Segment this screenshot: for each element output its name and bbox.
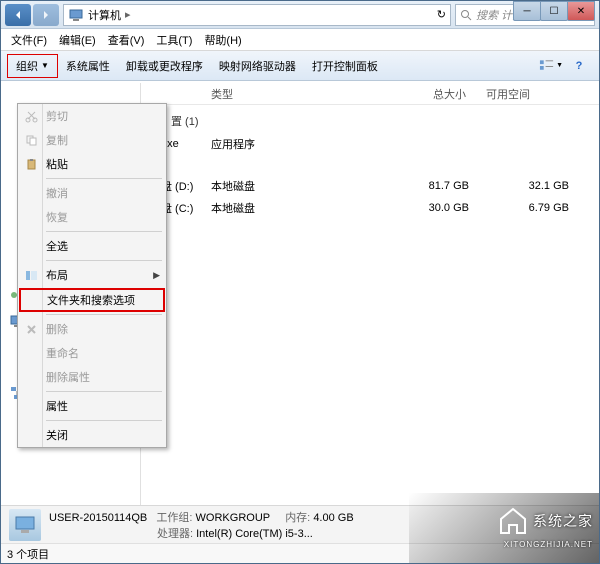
nav-forward-button[interactable] bbox=[33, 4, 59, 26]
chevron-right-icon: ▸ bbox=[125, 8, 131, 21]
paste-icon bbox=[24, 157, 38, 171]
column-headers: 类型 总大小 可用空间 bbox=[141, 83, 599, 105]
system-properties-button[interactable]: 系统属性 bbox=[58, 55, 118, 77]
list-item[interactable]: exe 应用程序 bbox=[141, 133, 599, 155]
cut-icon bbox=[24, 109, 38, 123]
control-panel-button[interactable]: 打开控制面板 bbox=[304, 55, 386, 77]
chevron-down-icon: ▼ bbox=[41, 61, 49, 70]
ctx-undo[interactable]: 撤消 bbox=[18, 181, 166, 205]
organize-context-menu: 剪切 复制 粘贴 撤消 恢复 全选 布局▶ 文件夹和搜索选项 删除 重命名 删除… bbox=[17, 103, 167, 448]
computer-icon bbox=[68, 7, 84, 23]
ctx-delete[interactable]: 删除 bbox=[18, 317, 166, 341]
view-options-icon[interactable]: ▼ bbox=[539, 56, 563, 76]
menu-bar: 文件(F) 编辑(E) 查看(V) 工具(T) 帮助(H) bbox=[1, 29, 599, 51]
list-item[interactable]: 盘 (C:) 本地磁盘 30.0 GB 6.79 GB bbox=[141, 197, 599, 219]
status-name: USER-20150114QB bbox=[49, 512, 147, 524]
ctx-remove-props[interactable]: 删除属性 bbox=[18, 365, 166, 389]
house-icon bbox=[497, 505, 529, 537]
layout-icon bbox=[24, 268, 38, 282]
col-size[interactable]: 总大小 bbox=[366, 86, 486, 102]
close-button[interactable]: ✕ bbox=[567, 1, 595, 21]
address-bar[interactable]: 计算机 ▸ ↻ bbox=[63, 4, 451, 26]
menu-tools[interactable]: 工具(T) bbox=[150, 30, 198, 50]
ctx-copy[interactable]: 复制 bbox=[18, 128, 166, 152]
nav-back-button[interactable] bbox=[5, 4, 31, 26]
ctx-cut[interactable]: 剪切 bbox=[18, 104, 166, 128]
copy-icon bbox=[24, 133, 38, 147]
organize-button[interactable]: 组织▼ bbox=[7, 54, 58, 78]
menu-file[interactable]: 文件(F) bbox=[5, 30, 53, 50]
refresh-icon[interactable]: ↻ bbox=[437, 8, 446, 21]
maximize-button[interactable]: ☐ bbox=[540, 1, 568, 21]
menu-view[interactable]: 查看(V) bbox=[102, 30, 151, 50]
col-type[interactable]: 类型 bbox=[211, 86, 366, 102]
help-icon[interactable]: ? bbox=[567, 56, 591, 76]
ctx-select-all[interactable]: 全选 bbox=[18, 234, 166, 258]
watermark: 系统之家 bbox=[497, 505, 593, 537]
computer-large-icon bbox=[9, 509, 41, 541]
ctx-rename[interactable]: 重命名 bbox=[18, 341, 166, 365]
address-text: 计算机 bbox=[88, 7, 121, 23]
ctx-paste[interactable]: 粘贴 bbox=[18, 152, 166, 176]
ctx-properties[interactable]: 属性 bbox=[18, 394, 166, 418]
menu-help[interactable]: 帮助(H) bbox=[198, 30, 247, 50]
ctx-close[interactable]: 关闭 bbox=[18, 423, 166, 447]
watermark-url: XITONGZHIJIA.NET bbox=[504, 540, 593, 549]
group-header-hdd[interactable]: 置 (1) bbox=[141, 109, 599, 133]
minimize-button[interactable]: ─ bbox=[513, 1, 541, 21]
uninstall-button[interactable]: 卸载或更改程序 bbox=[118, 55, 211, 77]
ctx-folder-options[interactable]: 文件夹和搜索选项 bbox=[19, 288, 165, 312]
menu-edit[interactable]: 编辑(E) bbox=[53, 30, 102, 50]
toolbar: 组织▼ 系统属性 卸载或更改程序 映射网络驱动器 打开控制面板 ▼ ? bbox=[1, 51, 599, 81]
chevron-right-icon: ▶ bbox=[153, 270, 160, 281]
ctx-redo[interactable]: 恢复 bbox=[18, 205, 166, 229]
ctx-layout[interactable]: 布局▶ bbox=[18, 263, 166, 287]
map-drive-button[interactable]: 映射网络驱动器 bbox=[211, 55, 304, 77]
item-count: 3 个项目 bbox=[7, 549, 49, 561]
content-area: 类型 总大小 可用空间 置 (1) exe 应用程序 盘 (D:) 本地磁盘 8… bbox=[141, 83, 599, 507]
delete-icon bbox=[24, 322, 38, 336]
col-free[interactable]: 可用空间 bbox=[486, 86, 566, 102]
list-item[interactable]: 盘 (D:) 本地磁盘 81.7 GB 32.1 GB bbox=[141, 175, 599, 197]
